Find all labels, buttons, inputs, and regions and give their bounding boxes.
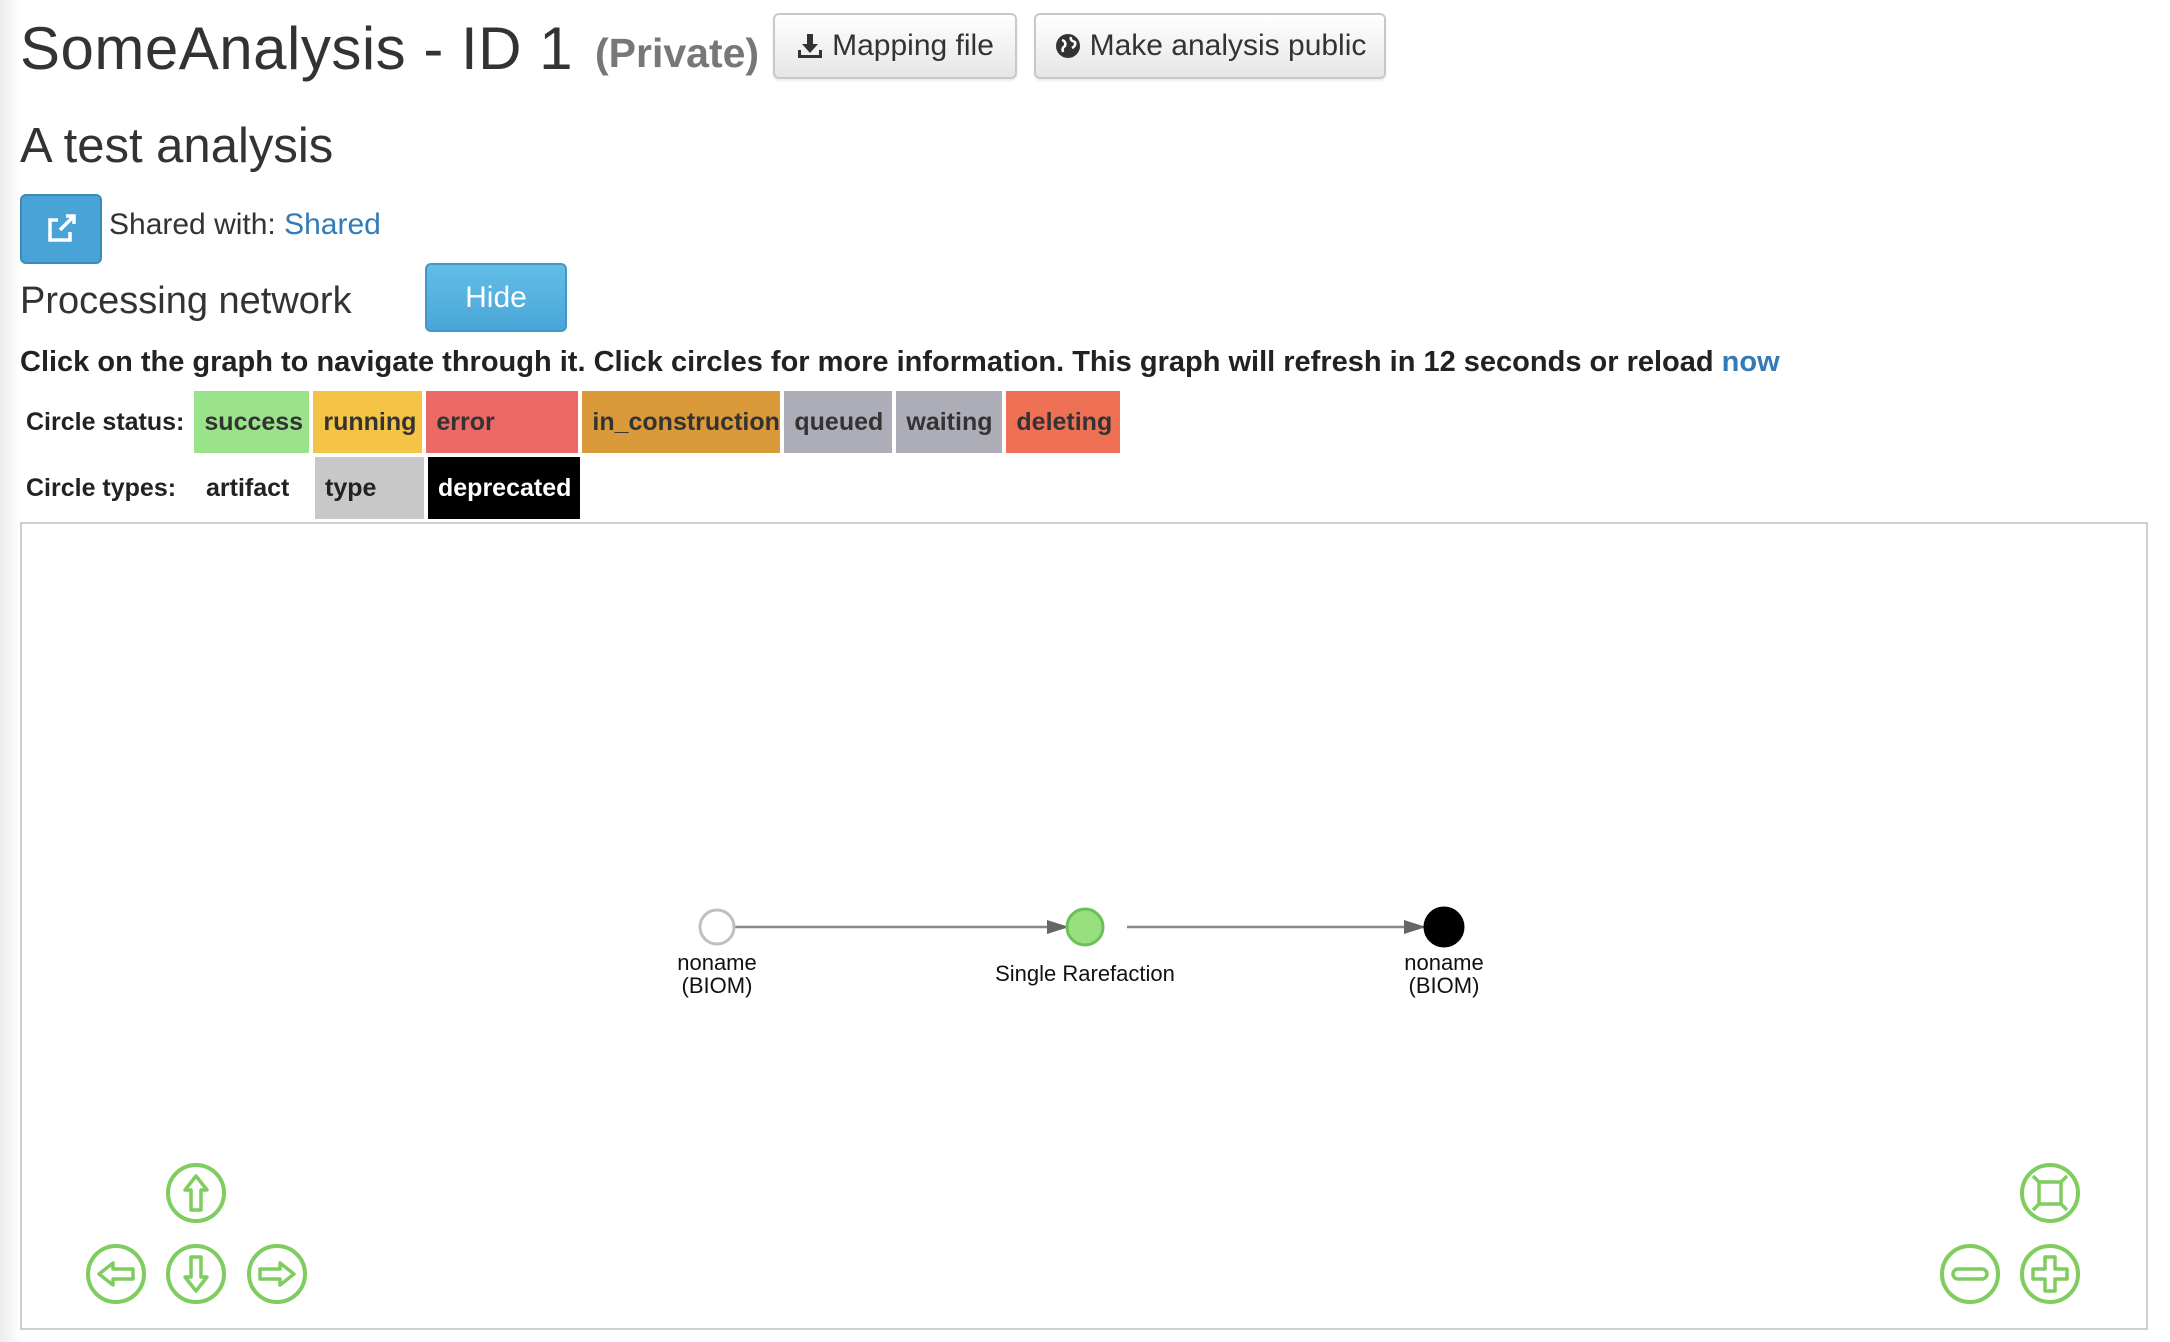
status-chip-running: running bbox=[313, 391, 423, 453]
node-sublabel: (BIOM) bbox=[682, 973, 753, 998]
mapping-file-button[interactable]: Mapping file bbox=[773, 13, 1017, 79]
status-chip-success: success bbox=[194, 391, 310, 453]
graph-canvas[interactable]: noname (BIOM) Single Rarefaction noname … bbox=[22, 524, 2146, 1328]
status-chip-label: waiting bbox=[906, 407, 993, 436]
status-chip-label: success bbox=[204, 407, 304, 436]
shared-with-label: Shared with: bbox=[109, 208, 276, 241]
pan-down-button[interactable] bbox=[166, 1244, 226, 1304]
pan-right-button[interactable] bbox=[247, 1244, 307, 1304]
make-public-label: Make analysis public bbox=[1089, 29, 1367, 62]
type-chip-type: type bbox=[315, 457, 424, 519]
status-chip-label: in_construction bbox=[592, 407, 780, 436]
graph-instructions-text: Click on the graph to navigate through i… bbox=[20, 346, 1714, 378]
status-chip-deleting: deleting bbox=[1006, 391, 1121, 453]
type-chip-deprecated: deprecated bbox=[428, 457, 580, 519]
status-chip-waiting: waiting bbox=[896, 391, 1003, 453]
mapping-file-label: Mapping file bbox=[832, 29, 994, 62]
output-artifact-node[interactable]: noname (BIOM) bbox=[1404, 906, 1484, 998]
status-chip-label: error bbox=[436, 407, 495, 436]
share-icon bbox=[48, 214, 76, 242]
analysis-description: A test analysis bbox=[20, 119, 334, 173]
reload-now-link[interactable]: now bbox=[1722, 346, 1780, 378]
header: SomeAnalysis - ID 1 (Private) bbox=[20, 8, 759, 88]
job-node[interactable]: Single Rarefaction bbox=[995, 907, 1175, 986]
node-label: noname bbox=[677, 950, 757, 975]
globe-icon bbox=[1055, 34, 1080, 58]
pan-up-button[interactable] bbox=[166, 1163, 226, 1223]
privacy-status: (Private) bbox=[595, 29, 760, 76]
type-chip-label: deprecated bbox=[438, 473, 572, 502]
circle-status-label: Circle status: bbox=[26, 407, 185, 436]
hide-button[interactable]: Hide bbox=[425, 263, 567, 332]
status-chip-queued: queued bbox=[784, 391, 893, 453]
status-chip-label: deleting bbox=[1016, 407, 1113, 436]
analysis-title: SomeAnalysis - ID 1 bbox=[20, 14, 574, 82]
pan-left-button[interactable] bbox=[86, 1244, 146, 1304]
type-chip-artifact: artifact bbox=[196, 457, 311, 519]
circle-status-legend: Circle status: success running error in_… bbox=[20, 391, 1121, 453]
type-chip-label: artifact bbox=[206, 473, 290, 502]
status-chip-in-construction: in_construction bbox=[582, 391, 781, 453]
fit-to-view-button[interactable] bbox=[2020, 1163, 2080, 1223]
download-icon bbox=[798, 34, 823, 58]
status-chip-label: running bbox=[323, 407, 417, 436]
zoom-out-button[interactable] bbox=[1940, 1244, 2000, 1304]
zoom-in-button[interactable] bbox=[2020, 1244, 2080, 1304]
shared-with-link[interactable]: Shared bbox=[284, 208, 381, 241]
status-chip-label: queued bbox=[794, 407, 884, 436]
node-label: noname bbox=[1404, 950, 1484, 975]
input-artifact-node[interactable]: noname (BIOM) bbox=[677, 908, 757, 998]
circle-types-legend: Circle types: artifact type deprecated bbox=[20, 457, 580, 519]
circle-types-label: Circle types: bbox=[26, 473, 177, 502]
processing-network-graph[interactable]: noname (BIOM) Single Rarefaction noname … bbox=[20, 522, 2148, 1330]
node-sublabel: (BIOM) bbox=[1409, 973, 1480, 998]
page-left-shade bbox=[0, 0, 20, 1342]
node-label: Single Rarefaction bbox=[995, 961, 1175, 986]
shared-with: Shared with: Shared bbox=[109, 208, 381, 242]
type-chip-label: type bbox=[325, 473, 377, 502]
graph-instructions: Click on the graph to navigate through i… bbox=[20, 346, 1780, 379]
status-chip-error: error bbox=[426, 391, 579, 453]
make-public-button[interactable]: Make analysis public bbox=[1034, 13, 1386, 79]
processing-network-title: Processing network bbox=[20, 280, 352, 322]
share-button[interactable] bbox=[20, 194, 102, 264]
